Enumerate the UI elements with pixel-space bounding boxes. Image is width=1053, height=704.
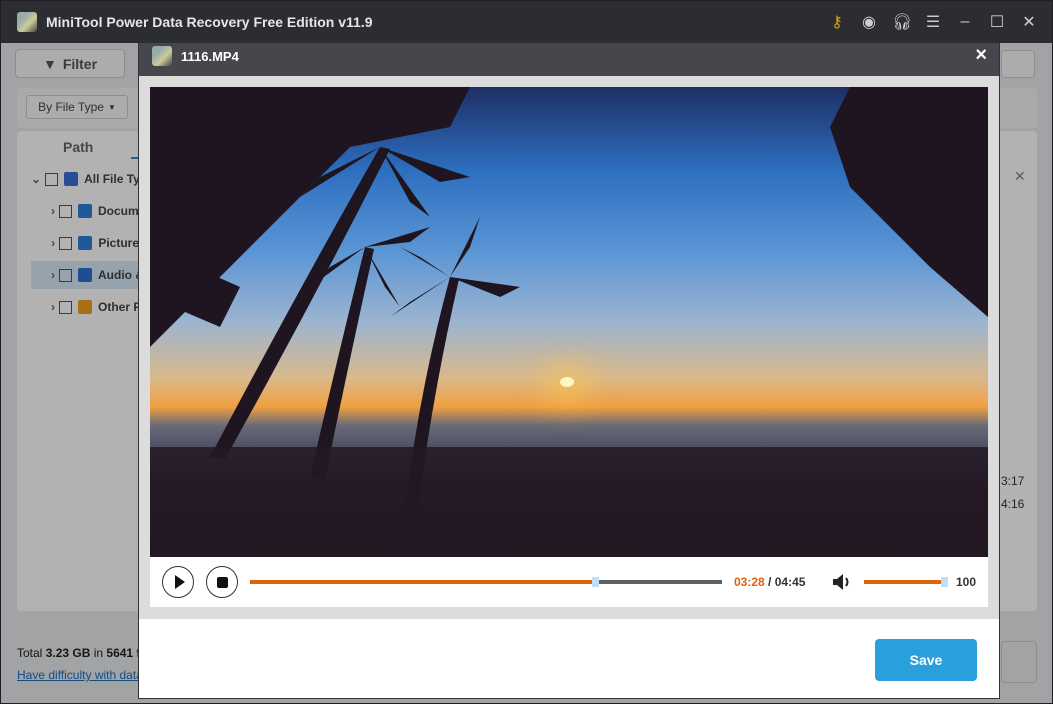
headphones-icon[interactable]: 🎧︎ [892, 12, 912, 32]
dialog-body: 03:28 / 04:45 100 [139, 76, 999, 619]
time-display: 03:28 / 04:45 [734, 575, 805, 589]
close-icon[interactable]: × [975, 44, 987, 67]
maximize-icon[interactable]: ☐ [988, 12, 1006, 32]
stop-icon [216, 576, 228, 588]
volume-icon[interactable] [831, 572, 853, 592]
palm-silhouettes [150, 87, 988, 557]
play-button[interactable] [162, 566, 194, 598]
player-controls: 03:28 / 04:45 100 [150, 557, 988, 607]
volume-level [864, 580, 948, 584]
dialog-title: 1116.MP4 [181, 48, 239, 64]
preview-dialog: 1116.MP4 × 03:28 / 04:45 100 Save [138, 35, 1000, 699]
minimize-icon[interactable]: – [956, 13, 974, 31]
close-icon[interactable]: ✕ [1020, 12, 1038, 32]
play-icon [174, 575, 185, 589]
app-logo-icon [152, 46, 172, 66]
disc-icon[interactable]: ◉ [860, 12, 878, 32]
video-frame[interactable] [150, 87, 988, 557]
app-title: MiniTool Power Data Recovery Free Editio… [46, 14, 373, 30]
seek-progress [250, 580, 595, 584]
duration: 04:45 [774, 575, 806, 589]
key-icon[interactable]: ⚷ [828, 12, 846, 32]
save-button[interactable]: Save [875, 639, 977, 681]
volume-handle[interactable] [941, 577, 948, 587]
volume-value: 100 [956, 575, 977, 589]
title-bar: MiniTool Power Data Recovery Free Editio… [1, 1, 1052, 43]
time-separator: / [764, 575, 775, 589]
seek-bar[interactable] [250, 577, 722, 587]
seek-handle[interactable] [591, 577, 599, 587]
app-logo-icon [17, 12, 37, 32]
stop-button[interactable] [206, 566, 238, 598]
menu-icon[interactable]: ☰ [924, 12, 942, 32]
current-time: 03:28 [734, 575, 765, 589]
volume-slider[interactable] [864, 577, 948, 587]
